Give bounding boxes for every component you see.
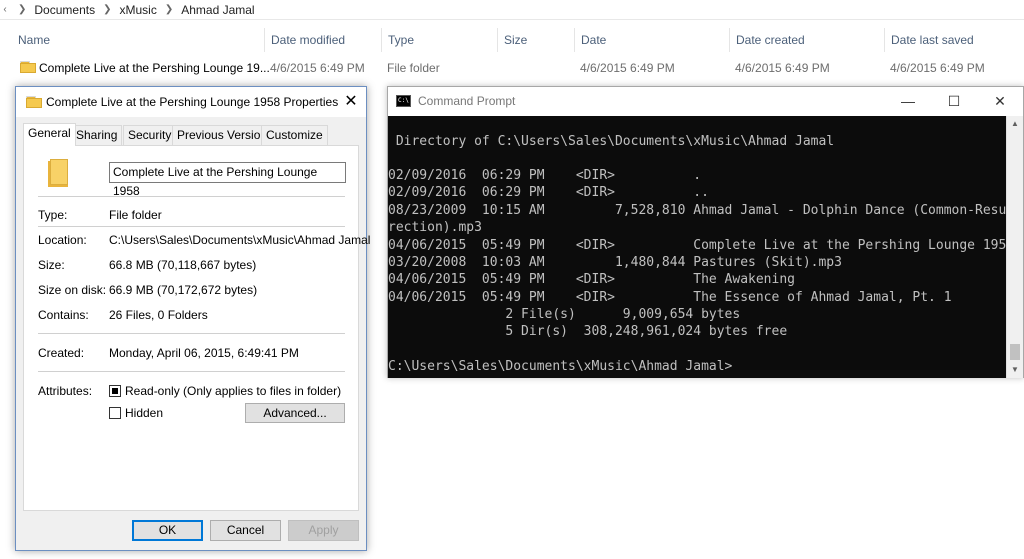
tab-security[interactable]: Security — [123, 125, 177, 145]
breadcrumb-xmusic[interactable]: xMusic — [119, 3, 156, 17]
column-size[interactable]: Size — [497, 28, 527, 52]
breadcrumb-ahmad-jamal[interactable]: Ahmad Jamal — [181, 3, 254, 17]
console-line: 2 File(s) 9,009,654 bytes — [388, 307, 741, 322]
size-on-disk-value: 66.9 MB (70,172,672 bytes) — [109, 283, 258, 297]
properties-dialog: Complete Live at the Pershing Lounge 195… — [15, 86, 370, 551]
location-value: C:\Users\Sales\Documents\xMusic\Ahmad Ja… — [109, 233, 371, 247]
chevron-right-icon[interactable]: ❯ — [165, 4, 173, 15]
divider — [38, 333, 345, 334]
column-date[interactable]: Date — [574, 28, 606, 52]
divider — [38, 196, 345, 197]
maximize-icon[interactable]: ☐ — [931, 87, 977, 116]
console-output[interactable]: Directory of C:\Users\Sales\Documents\xM… — [388, 116, 1007, 378]
tab-sharing[interactable]: Sharing — [71, 125, 123, 145]
advanced-button[interactable]: Advanced... — [245, 403, 345, 423]
file-date: 4/6/2015 6:49 PM — [580, 61, 675, 75]
size-on-disk-label: Size on disk: — [38, 283, 107, 297]
scroll-up-icon[interactable]: ▲ — [1007, 116, 1023, 132]
hidden-checkbox[interactable] — [109, 407, 121, 419]
properties-titlebar[interactable]: Complete Live at the Pershing Lounge 195… — [16, 87, 366, 117]
cmd-icon: C:\ — [396, 95, 411, 107]
contains-value: 26 Files, 0 Folders — [109, 308, 208, 322]
folder-name-field[interactable]: Complete Live at the Pershing Lounge 195… — [109, 162, 346, 198]
chevron-right-icon[interactable]: ❯ — [18, 4, 26, 15]
readonly-checkbox[interactable] — [109, 385, 121, 397]
console-line: 08/23/2009 10:15 AM 7,528,810 Ahmad Jama… — [388, 203, 1007, 218]
cmd-title: Command Prompt — [418, 94, 516, 108]
chevron-left-icon[interactable]: ‹ — [0, 4, 10, 15]
column-date-modified[interactable]: Date modified — [264, 28, 345, 52]
cmd-titlebar[interactable]: C:\ Command Prompt — ☐ ✕ — [388, 87, 1023, 116]
size-value: 66.8 MB (70,118,667 bytes) — [109, 258, 257, 272]
type-value: File folder — [109, 208, 162, 222]
ok-button[interactable]: OK — [132, 520, 203, 541]
location-label: Location: — [38, 233, 87, 247]
file-date-created: 4/6/2015 6:49 PM — [735, 61, 830, 75]
console-line: 04/06/2015 05:49 PM <DIR> The Essence of… — [388, 290, 952, 305]
close-icon[interactable]: ✕ — [977, 87, 1023, 116]
console-line: rection).mp3 — [388, 220, 482, 235]
console-line: 5 Dir(s) 308,248,961,024 bytes free — [388, 324, 788, 339]
console-line: 02/09/2016 06:29 PM <DIR> .. — [388, 185, 709, 200]
breadcrumb-documents[interactable]: Documents — [34, 3, 95, 17]
divider — [38, 371, 345, 372]
file-date-last-saved: 4/6/2015 6:49 PM — [890, 61, 985, 75]
general-panel: Complete Live at the Pershing Lounge 195… — [23, 145, 370, 511]
console-line: 03/20/2008 10:03 AM 1,480,844 Pastures (… — [388, 255, 842, 270]
folder-icon — [26, 96, 42, 108]
file-name: Complete Live at the Pershing Lounge 19.… — [39, 61, 270, 75]
created-label: Created: — [38, 346, 85, 360]
scroll-down-icon[interactable]: ▼ — [1007, 362, 1023, 378]
column-date-created[interactable]: Date created — [729, 28, 805, 52]
column-type[interactable]: Type — [381, 28, 414, 52]
type-label: Type: — [38, 208, 68, 222]
attributes-label: Attributes: — [38, 384, 93, 398]
column-date-last-saved[interactable]: Date last saved — [884, 28, 974, 52]
column-name[interactable]: Name — [12, 28, 50, 52]
chevron-right-icon[interactable]: ❯ — [103, 4, 111, 15]
apply-button: Apply — [288, 520, 359, 541]
console-prompt: C:\Users\Sales\Documents\xMusic\Ahmad Ja… — [388, 359, 733, 374]
divider — [38, 226, 345, 227]
readonly-label[interactable]: Read-only (Only applies to files in fold… — [125, 384, 341, 398]
file-date-modified: 4/6/2015 6:49 PM — [270, 61, 365, 75]
tab-customize[interactable]: Customize — [261, 125, 328, 145]
cancel-button[interactable]: Cancel — [210, 520, 281, 541]
minimize-icon[interactable]: — — [885, 87, 931, 116]
console-line: 04/06/2015 05:49 PM <DIR> The Awakening — [388, 272, 795, 287]
column-header-row: Name Date modified Type Size Date Date c… — [0, 28, 1024, 52]
close-icon[interactable]: ✕ — [336, 87, 366, 117]
hidden-label[interactable]: Hidden — [125, 406, 163, 420]
breadcrumb: ‹ ❯ Documents ❯ xMusic ❯ Ahmad Jamal — [0, 0, 1024, 20]
folder-icon — [20, 61, 36, 73]
folder-icon — [48, 159, 70, 187]
file-type: File folder — [387, 61, 440, 75]
console-line: 04/06/2015 05:49 PM <DIR> Complete Live … — [388, 238, 1007, 253]
created-value: Monday, April 06, 2015, 6:49:41 PM — [109, 346, 299, 360]
size-label: Size: — [38, 258, 65, 272]
file-row[interactable]: Complete Live at the Pershing Lounge 19.… — [0, 58, 1024, 78]
console-line: 02/09/2016 06:29 PM <DIR> . — [388, 168, 702, 183]
tab-general[interactable]: General — [23, 123, 76, 146]
scroll-thumb[interactable] — [1010, 344, 1020, 360]
contains-label: Contains: — [38, 308, 89, 322]
cmd-scrollbar[interactable]: ▲ ▼ — [1006, 116, 1023, 378]
command-prompt-window: C:\ Command Prompt — ☐ ✕ Directory of C:… — [387, 86, 1024, 378]
properties-tabs: General Sharing Security Previous Versio… — [23, 123, 363, 146]
properties-title: Complete Live at the Pershing Lounge 195… — [46, 95, 339, 109]
console-line: Directory of C:\Users\Sales\Documents\xM… — [388, 134, 835, 149]
